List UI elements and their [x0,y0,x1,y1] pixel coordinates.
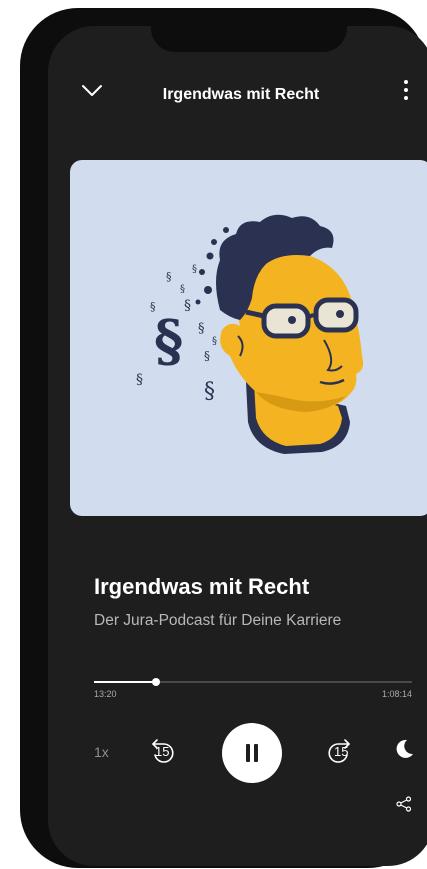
svg-text:§: § [192,264,197,275]
pause-icon-right [254,744,258,762]
svg-text:§: § [212,336,217,347]
svg-text:§: § [198,321,205,336]
svg-text:§: § [204,379,215,404]
svg-text:§: § [150,300,156,313]
phone-frame: Irgendwas mit Recht § § § § § § § § § § … [20,8,427,868]
header-title: Irgendwas mit Recht [162,86,320,103]
svg-text:§: § [136,372,143,388]
total-duration: 1:08:14 [381,689,412,699]
podcast-cover-art: § § § § § § § § § § § [70,160,427,516]
share-icon[interactable] [396,796,412,812]
episode-title: Irgendwas mit Recht [94,574,310,599]
playback-speed-button[interactable]: 1x [94,744,109,760]
player-screen: Irgendwas mit Recht § § § § § § § § § § … [48,26,427,866]
rewind-15-button[interactable]: 15 [148,734,178,764]
svg-text:§: § [154,308,183,374]
pause-icon-left [246,744,250,762]
moon-icon[interactable] [393,738,415,760]
elapsed-time: 13:20 [94,689,117,699]
progress-track[interactable] [94,678,412,686]
progress-handle[interactable] [152,678,161,686]
svg-text:§: § [166,270,172,283]
forward-15-button[interactable]: 15 [324,734,354,764]
progress-fill [94,681,157,683]
svg-text:§: § [204,349,210,363]
rewind-seconds: 15 [155,744,170,759]
pause-button[interactable] [222,723,282,783]
notch [151,26,347,52]
forward-seconds: 15 [334,744,349,759]
svg-text:§: § [180,284,185,295]
svg-text:§: § [184,298,191,314]
episode-subtitle: Der Jura-Podcast für Deine Karriere [94,612,342,629]
more-vertical-icon[interactable] [400,78,412,102]
